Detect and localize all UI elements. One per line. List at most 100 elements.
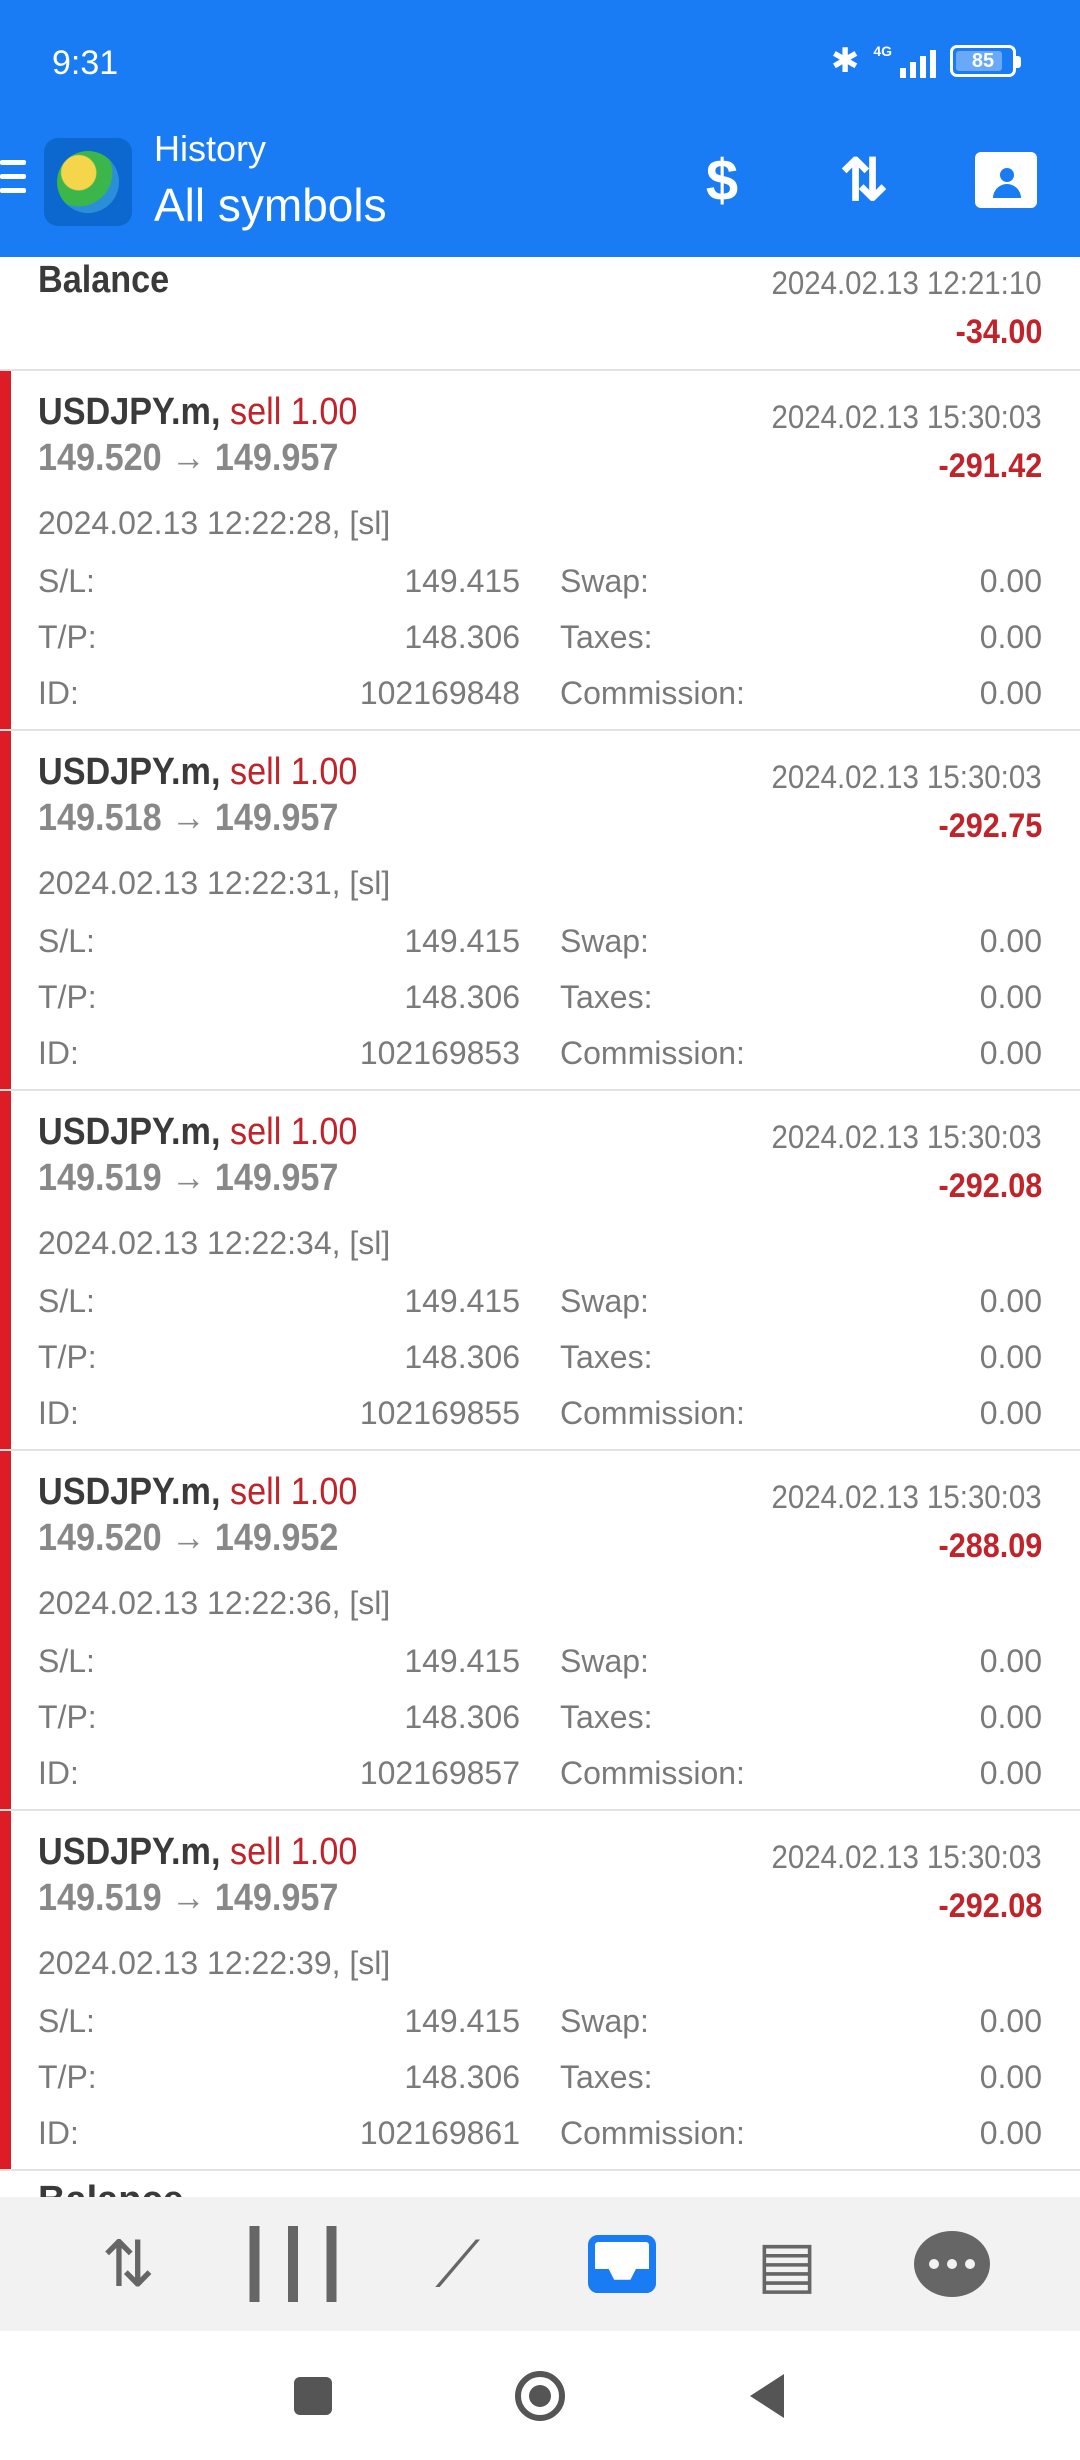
taxes-label: Taxes: bbox=[560, 1339, 653, 1375]
swap-label: Swap: bbox=[560, 1283, 649, 1319]
taxes-label: Taxes: bbox=[560, 1699, 653, 1735]
status-icons: ✱ 4G 85 bbox=[830, 42, 1021, 80]
swap-label: Swap: bbox=[560, 563, 649, 599]
chart-icon[interactable]: ┃┃┃ bbox=[235, 2214, 351, 2314]
deal-symbol: USDJPY.m, sell 1.00 bbox=[38, 1471, 357, 1514]
balance-row-partial[interactable]: Balance bbox=[0, 2171, 1080, 2197]
swap-value: 0.00 bbox=[979, 923, 1042, 959]
deal-open-time: 2024.02.13 12:22:28, [sl] bbox=[38, 505, 391, 541]
balance-row[interactable]: Balance 2024.02.13 12:21:10 -34.00 bbox=[0, 257, 1080, 371]
deal-side: sell 1.00 bbox=[229, 1471, 358, 1513]
history-list[interactable]: Balance 2024.02.13 12:21:10 -34.00 USDJP… bbox=[0, 257, 1080, 2197]
deal-row[interactable]: USDJPY.m, sell 1.00 149.519 → 149.957 20… bbox=[0, 1811, 1080, 2171]
taxes-value: 0.00 bbox=[979, 979, 1042, 1015]
deal-side: sell 1.00 bbox=[229, 391, 358, 433]
deal-profit: -292.08 bbox=[938, 1167, 1042, 1205]
deal-row[interactable]: USDJPY.m, sell 1.00 149.518 → 149.957 20… bbox=[0, 731, 1080, 1091]
app-logo bbox=[44, 138, 132, 226]
deal-open-time: 2024.02.13 12:22:31, [sl] bbox=[38, 865, 391, 901]
calendar-contact-icon[interactable] bbox=[970, 144, 1042, 216]
history-icon[interactable] bbox=[572, 2214, 672, 2314]
home-button[interactable] bbox=[505, 2361, 575, 2431]
deal-profit: -292.08 bbox=[938, 1887, 1042, 1925]
deal-symbol-name: USDJPY.m, bbox=[38, 1111, 221, 1153]
deal-prices: 149.520 → 149.957 bbox=[38, 437, 339, 479]
status-time: 9:31 bbox=[52, 44, 119, 82]
deal-side: sell 1.00 bbox=[229, 751, 358, 793]
swap-value: 0.00 bbox=[979, 2003, 1042, 2039]
deal-prices: 149.518 → 149.957 bbox=[38, 797, 339, 839]
menu-icon[interactable] bbox=[0, 160, 26, 202]
tp-value: 148.306 bbox=[404, 1699, 520, 1735]
deal-row[interactable]: USDJPY.m, sell 1.00 149.519 → 149.957 20… bbox=[0, 1091, 1080, 1451]
sl-label: S/L: bbox=[38, 1643, 95, 1679]
deal-close-time: 2024.02.13 15:30:03 bbox=[771, 759, 1042, 795]
back-button[interactable] bbox=[732, 2361, 802, 2431]
balance-label: Balance bbox=[38, 259, 170, 301]
taxes-value: 0.00 bbox=[979, 1699, 1042, 1735]
swap-label: Swap: bbox=[560, 2003, 649, 2039]
tp-value: 148.306 bbox=[404, 979, 520, 1015]
deal-symbol: USDJPY.m, sell 1.00 bbox=[38, 1831, 357, 1874]
tp-label: T/P: bbox=[38, 1339, 97, 1375]
bottom-nav: ⇅ ┃┃┃ ⟋ ▤ bbox=[0, 2197, 1080, 2331]
commission-value: 0.00 bbox=[979, 2115, 1042, 2151]
page-title: History bbox=[154, 128, 267, 169]
sl-value: 149.415 bbox=[404, 923, 520, 959]
symbol-filter[interactable]: All symbols bbox=[154, 178, 387, 232]
swap-value: 0.00 bbox=[979, 1643, 1042, 1679]
deal-prices: 149.519 → 149.957 bbox=[38, 1157, 339, 1199]
quotes-icon[interactable]: ⇅ bbox=[78, 2214, 178, 2314]
commission-label: Commission: bbox=[560, 1035, 745, 1071]
signal-icon: 4G bbox=[873, 44, 936, 78]
commission-label: Commission: bbox=[560, 675, 745, 711]
bluetooth-icon: ✱ bbox=[830, 42, 860, 80]
deal-open-time: 2024.02.13 12:22:39, [sl] bbox=[38, 1945, 391, 1981]
deal-prices: 149.519 → 149.957 bbox=[38, 1877, 339, 1919]
sl-label: S/L: bbox=[38, 923, 95, 959]
swap-value: 0.00 bbox=[979, 563, 1042, 599]
balance-amount: -34.00 bbox=[955, 313, 1042, 351]
tp-label: T/P: bbox=[38, 619, 97, 655]
sl-label: S/L: bbox=[38, 2003, 95, 2039]
commission-value: 0.00 bbox=[979, 1755, 1042, 1791]
news-icon[interactable]: ▤ bbox=[737, 2214, 837, 2314]
taxes-value: 0.00 bbox=[979, 1339, 1042, 1375]
commission-value: 0.00 bbox=[979, 1395, 1042, 1431]
sell-indicator bbox=[0, 1811, 11, 2169]
tp-label: T/P: bbox=[38, 1699, 97, 1735]
balance-date: 2024.02.13 12:21:10 bbox=[771, 265, 1042, 301]
network-type: 4G bbox=[873, 43, 892, 59]
id-value: 102169861 bbox=[359, 2115, 520, 2151]
id-label: ID: bbox=[38, 2115, 79, 2151]
sort-icon[interactable]: ⇅ bbox=[828, 144, 900, 216]
deal-symbol-name: USDJPY.m, bbox=[38, 391, 221, 433]
app-bar: 9:31 ✱ 4G 85 History All symbols $ ⇅ bbox=[0, 0, 1080, 257]
id-label: ID: bbox=[38, 1035, 79, 1071]
id-label: ID: bbox=[38, 1755, 79, 1791]
deal-open-time: 2024.02.13 12:22:36, [sl] bbox=[38, 1585, 391, 1621]
deal-row[interactable]: USDJPY.m, sell 1.00 149.520 → 149.952 20… bbox=[0, 1451, 1080, 1811]
currency-exchange-icon[interactable]: $ bbox=[686, 144, 758, 216]
deal-open-time: 2024.02.13 12:22:34, [sl] bbox=[38, 1225, 391, 1261]
deal-profit: -288.09 bbox=[938, 1527, 1042, 1565]
taxes-value: 0.00 bbox=[979, 619, 1042, 655]
deal-close-time: 2024.02.13 15:30:03 bbox=[771, 1839, 1042, 1875]
recents-button[interactable] bbox=[278, 2361, 348, 2431]
deal-row[interactable]: USDJPY.m, sell 1.00 149.520 → 149.957 20… bbox=[0, 371, 1080, 731]
messages-icon[interactable] bbox=[902, 2214, 1002, 2314]
system-nav bbox=[0, 2331, 1080, 2460]
deal-close-time: 2024.02.13 15:30:03 bbox=[771, 1119, 1042, 1155]
swap-value: 0.00 bbox=[979, 1283, 1042, 1319]
commission-label: Commission: bbox=[560, 1755, 745, 1791]
deal-symbol-name: USDJPY.m, bbox=[38, 751, 221, 793]
deal-symbol-name: USDJPY.m, bbox=[38, 1471, 221, 1513]
sl-value: 149.415 bbox=[404, 2003, 520, 2039]
sl-value: 149.415 bbox=[404, 1283, 520, 1319]
trade-icon[interactable]: ⟋ bbox=[408, 2214, 508, 2314]
tp-value: 148.306 bbox=[404, 2059, 520, 2095]
sl-value: 149.415 bbox=[404, 1643, 520, 1679]
deal-side: sell 1.00 bbox=[229, 1831, 358, 1873]
taxes-label: Taxes: bbox=[560, 2059, 653, 2095]
commission-value: 0.00 bbox=[979, 1035, 1042, 1071]
